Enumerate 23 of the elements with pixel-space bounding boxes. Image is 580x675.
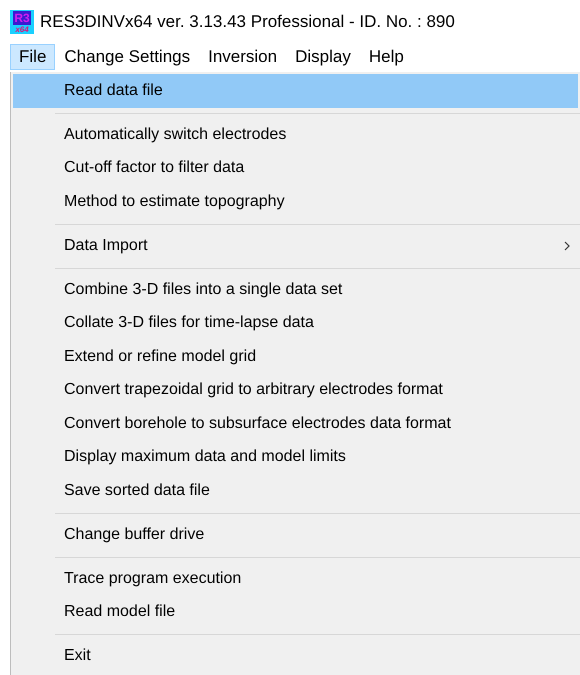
menu-item[interactable]: Inversion	[199, 44, 286, 70]
menu-entry[interactable]: Exit	[13, 640, 578, 673]
menu-entry[interactable]: Method to estimate topography	[13, 185, 578, 218]
menu-entry[interactable]: Extend or refine model grid	[13, 340, 578, 374]
menu-entry[interactable]: Read data file	[13, 74, 578, 108]
menu-item[interactable]: Change Settings	[55, 44, 200, 70]
menu-entry[interactable]: Save sorted data file	[13, 474, 578, 508]
menu-entry[interactable]: Read model file	[13, 596, 578, 629]
window-title: RES3DINVx64 ver. 3.13.43 Professional - ID. No. : 890	[40, 12, 455, 32]
menu-item[interactable]: Help	[360, 44, 413, 70]
app-icon: R3 x64	[10, 10, 34, 34]
menu-entry[interactable]: Convert trapezoidal grid to arbitrary electrodes format	[13, 374, 578, 407]
menu-entry[interactable]: Convert borehole to subsurface electrodes data format	[13, 407, 578, 440]
menu-entry[interactable]: Display maximum data and model limits	[13, 440, 578, 474]
menu-entry[interactable]: Combine 3-D files into a single data set	[13, 273, 578, 306]
menu-item[interactable]: Display	[286, 44, 360, 70]
menu-entry[interactable]: Trace program execution	[13, 562, 578, 596]
menu-entry[interactable]: Collate 3-D files for time-lapse data	[13, 306, 578, 340]
menu-entry[interactable]: Cut-off factor to filter data	[13, 152, 578, 185]
menu-entry[interactable]: Data Import	[13, 229, 578, 262]
menu-entry[interactable]: Change buffer drive	[13, 518, 578, 552]
menu-item[interactable]: File	[10, 44, 56, 70]
menu-entry[interactable]: Automatically switch electrodes	[13, 118, 578, 152]
